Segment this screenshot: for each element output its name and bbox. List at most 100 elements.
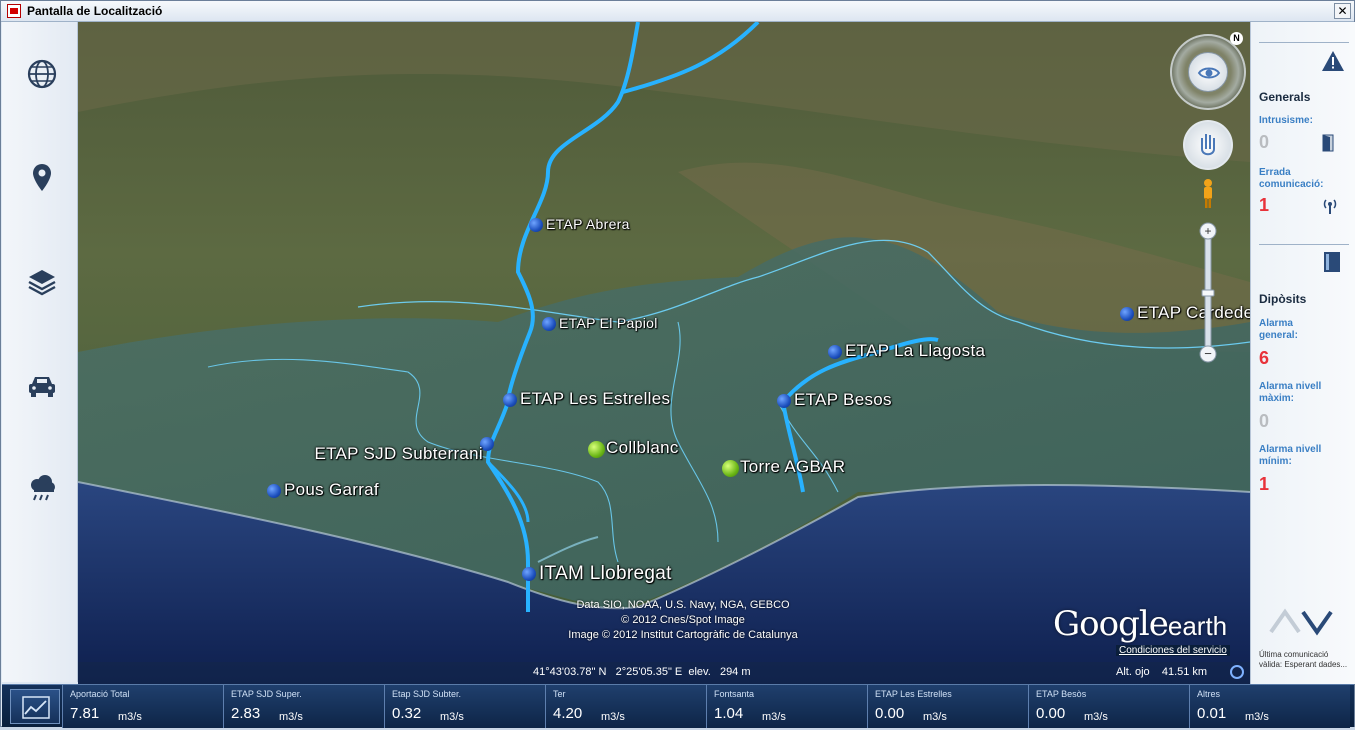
flow-cell[interactable]: Altres 0.01 m3/s (1189, 685, 1350, 728)
marker-dot (722, 460, 739, 477)
north-indicator[interactable]: N (1230, 32, 1243, 45)
marker-label: ITAM Llobregat (539, 563, 672, 584)
credit-line: Image © 2012 Institut Cartogràfic de Cat… (568, 629, 798, 641)
marker-label: Pous Garraf (284, 480, 379, 499)
alarms-panel: Generals Intrusisme: 0 Errada comunicaci… (1250, 22, 1355, 684)
alarma-general-value: 6 (1259, 348, 1270, 368)
flow-value: 7.81 (70, 705, 100, 722)
flow-unit: m3/s (118, 711, 142, 723)
flow-unit: m3/s (1084, 711, 1108, 723)
marker-label: ETAP Cardede (1137, 303, 1250, 322)
marker-dot (529, 218, 543, 232)
divider (1259, 244, 1349, 245)
flow-value: 0.32 (392, 705, 422, 722)
divider (1259, 42, 1349, 43)
logo-google: Google (1053, 604, 1169, 644)
antenna-icon (1321, 197, 1339, 220)
errada-comunicacio-label: Errada comunicació: (1259, 167, 1324, 190)
localization-window: Pantalla de Localització ✕ ETAP Abrera E… (0, 0, 1355, 728)
terms-link[interactable]: Condiciones del servicio (1116, 645, 1230, 656)
tank-icon[interactable] (1322, 251, 1342, 278)
zoom-slider[interactable]: + − (1199, 222, 1217, 364)
alarma-nivell-maxim-label: Alarma nivell màxim: (1259, 381, 1322, 404)
flow-cell[interactable]: Fontsanta 1.04 m3/s (706, 685, 867, 728)
flow-value: 4.20 (553, 705, 583, 722)
logo-earth: earth (1167, 611, 1228, 641)
flow-unit: m3/s (601, 711, 625, 723)
credit-line: © 2012 Cnes/Spot Image (621, 614, 745, 626)
compass-control[interactable]: N (1170, 32, 1246, 110)
marker-dot (267, 484, 281, 498)
street-view-pegman-icon[interactable] (1202, 178, 1214, 210)
flow-value: 0.01 (1197, 705, 1227, 722)
flow-cell[interactable]: Etap SJD Subter. 0.32 m3/s (384, 685, 545, 728)
warning-icon[interactable] (1321, 50, 1345, 77)
flow-unit: m3/s (923, 711, 947, 723)
section-title-generals: Generals (1259, 90, 1311, 104)
flow-name: Altres (1197, 689, 1221, 699)
flow-cell[interactable]: ETAP Les Estrelles 0.00 m3/s (867, 685, 1028, 728)
intrusisme-label: Intrusisme: (1259, 115, 1313, 126)
flow-cell[interactable]: ETAP Besòs 0.00 m3/s (1028, 685, 1189, 728)
chart-button[interactable] (10, 689, 60, 724)
map-status-bar: 41°43'03.78" N 2°25'05.35" E elev. 294 m… (78, 662, 1250, 684)
flow-name: Aportació Total (70, 689, 130, 699)
streaming-indicator-icon (1230, 665, 1244, 679)
flow-name: Fontsanta (714, 689, 755, 699)
flow-value: 2.83 (231, 705, 261, 722)
alarma-general-label: Alarma general: (1259, 318, 1298, 341)
flow-name: Etap SJD Subter. (392, 689, 462, 699)
flow-value: 1.04 (714, 705, 744, 722)
flow-value: 0.00 (1036, 705, 1066, 722)
marker-dot (588, 441, 605, 458)
marker-dot (1120, 307, 1134, 321)
marker-dot (777, 394, 791, 408)
svg-text:+: + (1204, 224, 1211, 238)
flow-summary-bar: Aportació Total 7.81 m3/s ETAP SJD Super. 2.… (2, 684, 1354, 728)
collapse-up-icon[interactable] (1269, 606, 1335, 641)
alarma-nivell-maxim-value: 0 (1259, 411, 1270, 431)
marker-dot (522, 567, 536, 581)
marker-dot (542, 317, 556, 331)
pan-control[interactable] (1183, 120, 1233, 170)
window-title: Pantalla de Localització (27, 4, 163, 18)
google-earth-logo: Googleearth (1053, 604, 1227, 644)
flow-cell[interactable]: ETAP SJD Super. 2.83 m3/s (223, 685, 384, 728)
marker-dot (828, 345, 842, 359)
flow-value: 0.00 (875, 705, 905, 722)
errada-comunicacio-value: 1 (1259, 195, 1270, 215)
satellite-map[interactable]: ETAP Abrera ETAP El Papiol ETAP Les Estr… (78, 22, 1250, 684)
section-title-diposits: Dipòsits (1259, 292, 1307, 306)
flow-name: ETAP Besòs (1036, 689, 1087, 699)
layers-icon[interactable] (24, 264, 60, 300)
car-icon[interactable] (24, 368, 60, 404)
marker-label: ETAP La Llagosta (845, 341, 986, 360)
eye-altitude-readout: Alt. ojo 41.51 km (1116, 666, 1208, 678)
credit-line: Data SIO, NOAA, U.S. Navy, NGA, GEBCO (576, 599, 790, 611)
marker-label: ETAP Besos (794, 390, 892, 409)
coordinates-readout: 41°43'03.78" N 2°25'05.35" E elev. 294 m (533, 666, 751, 678)
flow-name: ETAP Les Estrelles (875, 689, 952, 699)
look-eye-icon[interactable] (1188, 52, 1228, 92)
svg-text:−: − (1204, 346, 1212, 361)
line-chart-icon (22, 696, 50, 719)
globe-icon[interactable] (24, 56, 60, 92)
weather-icon[interactable] (24, 470, 60, 506)
app-icon (7, 4, 21, 18)
flow-unit: m3/s (1245, 711, 1269, 723)
alarma-nivell-minim-label: Alarma nivell mínim: (1259, 444, 1322, 467)
map-pin-icon[interactable] (24, 160, 60, 196)
flow-cell[interactable]: Ter 4.20 m3/s (545, 685, 706, 728)
intrusisme-value: 0 (1259, 132, 1270, 152)
flow-unit: m3/s (762, 711, 786, 723)
marker-dot (503, 393, 517, 407)
close-button[interactable]: ✕ (1334, 3, 1351, 19)
marker-label: ETAP Les Estrelles (520, 389, 671, 408)
last-communication-text: Última comunicació vàlida: Esperant dade… (1259, 650, 1348, 669)
marker-label: Collblanc (606, 438, 679, 457)
flow-name: ETAP SJD Super. (231, 689, 302, 699)
map-credits: Data SIO, NOAA, U.S. Navy, NGA, GEBCO © … (518, 598, 848, 643)
flow-cell[interactable]: Aportació Total 7.81 m3/s (62, 685, 223, 728)
hand-icon (1201, 134, 1215, 156)
flow-unit: m3/s (440, 711, 464, 723)
